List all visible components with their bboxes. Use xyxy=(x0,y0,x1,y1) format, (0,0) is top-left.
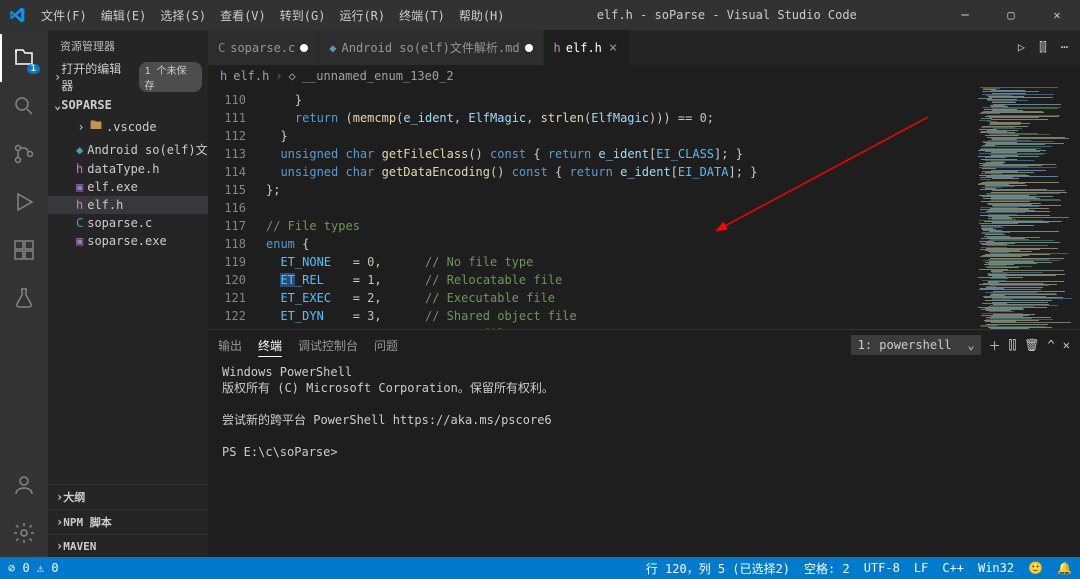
menu-item[interactable]: 运行(R) xyxy=(332,0,392,30)
new-terminal-icon[interactable]: ＋ xyxy=(989,337,1001,354)
editor[interactable]: 110 111 112 113 114 115 116 117 118 119 … xyxy=(208,87,1080,329)
maximize-panel-icon[interactable]: ^ xyxy=(1048,338,1055,352)
explorer-icon[interactable]: 1 xyxy=(0,34,48,82)
terminal-body[interactable]: Windows PowerShell 版权所有 (C) Microsoft Co… xyxy=(208,360,1080,557)
tree-item[interactable]: ◆Android so(elf)文件解析.md xyxy=(48,139,208,160)
status-bar: ⊘ 0 ⚠ 0 行 120，列 5 (已选择2) 空格: 2 UTF-8 LF C++ W… xyxy=(0,557,1080,579)
search-icon[interactable] xyxy=(0,82,48,130)
tree-item[interactable]: Csoparse.c xyxy=(48,214,208,232)
file-tree: ›🖿.vscode◆Android so(elf)文件解析.mdhdataTyp… xyxy=(48,114,208,484)
menu-item[interactable]: 文件(F) xyxy=(34,0,94,30)
status-item[interactable]: C++ xyxy=(942,561,964,575)
close-panel-icon[interactable]: ✕ xyxy=(1063,338,1070,352)
file-icon: ▣ xyxy=(76,180,83,194)
tree-item[interactable]: ›🖿.vscode xyxy=(48,114,208,139)
terminal-selector[interactable]: 1: powershell⌄ xyxy=(851,335,981,355)
panel-tabs: 输出终端调试控制台问题 1: powershell⌄ ＋ ⫿⫿ 🗑 ^ ✕ xyxy=(208,330,1080,360)
sidebar-section[interactable]: › 大纲 xyxy=(48,484,208,509)
explorer-sidebar: 资源管理器 ›打开的编辑器1 个未保存 ⌄SOPARSE ›🖿.vscode◆A… xyxy=(48,30,208,557)
testing-icon[interactable] xyxy=(0,274,48,322)
menu-item[interactable]: 查看(V) xyxy=(213,0,273,30)
sidebar-section[interactable]: › NPM 脚本 xyxy=(48,509,208,534)
tree-item[interactable]: hdataType.h xyxy=(48,160,208,178)
open-editors-header[interactable]: ›打开的编辑器1 个未保存 xyxy=(48,58,208,96)
menu-item[interactable]: 转到(G) xyxy=(273,0,333,30)
sidebar-section[interactable]: › MAVEN xyxy=(48,534,208,557)
breadcrumb[interactable]: helf.h› ◇__unnamed_enum_13e0_2 xyxy=(208,65,1080,87)
code-content[interactable]: } return (memcmp(e_ident, ElfMagic, strl… xyxy=(266,87,970,329)
file-icon: ◆ xyxy=(329,41,336,55)
panel: 输出终端调试控制台问题 1: powershell⌄ ＋ ⫿⫿ 🗑 ^ ✕ Wi… xyxy=(208,329,1080,557)
menu-item[interactable]: 帮助(H) xyxy=(452,0,512,30)
file-icon: C xyxy=(218,41,225,55)
modified-dot xyxy=(300,44,308,52)
editor-tabs: Csoparse.c◆Android so(elf)文件解析.mdhelf.h× xyxy=(208,30,1006,65)
status-item[interactable]: LF xyxy=(914,561,928,575)
file-icon: h xyxy=(554,41,561,55)
editor-tab[interactable]: ◆Android so(elf)文件解析.md xyxy=(319,30,543,65)
vscode-logo xyxy=(0,7,34,23)
status-problems[interactable]: ⊘ 0 ⚠ 0 xyxy=(8,561,59,575)
close-button[interactable]: ✕ xyxy=(1034,0,1080,30)
status-item[interactable]: UTF-8 xyxy=(864,561,900,575)
editor-tab[interactable]: Csoparse.c xyxy=(208,30,319,65)
status-item[interactable]: Win32 xyxy=(978,561,1014,575)
menu-item[interactable]: 编辑(E) xyxy=(94,0,154,30)
run-debug-icon[interactable] xyxy=(0,178,48,226)
status-item[interactable]: 🔔 xyxy=(1057,561,1072,575)
file-icon: 🖿 xyxy=(90,116,102,137)
panel-tab[interactable]: 输出 xyxy=(218,339,242,357)
modified-dot xyxy=(525,44,533,52)
line-numbers: 110 111 112 113 114 115 116 117 118 119 … xyxy=(208,87,264,329)
tree-item[interactable]: ▣soparse.exe xyxy=(48,232,208,250)
tree-item[interactable]: helf.h xyxy=(48,196,208,214)
panel-tab[interactable]: 问题 xyxy=(374,339,398,357)
close-tab-icon[interactable]: × xyxy=(607,40,619,56)
source-control-icon[interactable] xyxy=(0,130,48,178)
file-icon: h xyxy=(76,198,83,212)
editor-tab[interactable]: helf.h× xyxy=(544,30,631,65)
panel-tab[interactable]: 调试控制台 xyxy=(298,339,358,357)
window-title: elf.h - soParse - Visual Studio Code xyxy=(512,8,943,22)
split-terminal-icon[interactable]: ⫿⫿ xyxy=(1009,338,1017,353)
accounts-icon[interactable] xyxy=(0,461,48,509)
project-header[interactable]: ⌄SOPARSE xyxy=(48,96,208,114)
status-item[interactable]: 空格: 2 xyxy=(804,560,850,577)
more-icon[interactable]: ⋯ xyxy=(1061,40,1068,55)
minimap[interactable] xyxy=(974,87,1080,329)
minimize-button[interactable]: ─ xyxy=(942,0,988,30)
run-icon[interactable]: ▷ xyxy=(1018,40,1025,55)
kill-terminal-icon[interactable]: 🗑 xyxy=(1024,338,1039,352)
extensions-icon[interactable] xyxy=(0,226,48,274)
title-bar: 文件(F)编辑(E)选择(S)查看(V)转到(G)运行(R)终端(T)帮助(H)… xyxy=(0,0,1080,30)
sidebar-title: 资源管理器 xyxy=(48,30,208,58)
menu-item[interactable]: 选择(S) xyxy=(153,0,213,30)
menu-item[interactable]: 终端(T) xyxy=(392,0,452,30)
tree-item[interactable]: ▣elf.exe xyxy=(48,178,208,196)
file-icon: C xyxy=(76,216,83,230)
file-icon: h xyxy=(76,162,83,176)
gear-icon[interactable] xyxy=(0,509,48,557)
status-item[interactable]: 🙂 xyxy=(1028,561,1043,575)
split-editor-icon[interactable]: ⫿⫿ xyxy=(1039,40,1047,55)
panel-tab[interactable]: 终端 xyxy=(258,339,282,357)
file-icon: ▣ xyxy=(76,234,83,248)
status-item[interactable]: 行 120，列 5 (已选择2) xyxy=(646,560,790,577)
maximize-button[interactable]: ▢ xyxy=(988,0,1034,30)
file-icon: ◆ xyxy=(76,143,83,157)
menu-bar: 文件(F)编辑(E)选择(S)查看(V)转到(G)运行(R)终端(T)帮助(H) xyxy=(34,0,512,30)
activity-bar: 1 xyxy=(0,30,48,557)
